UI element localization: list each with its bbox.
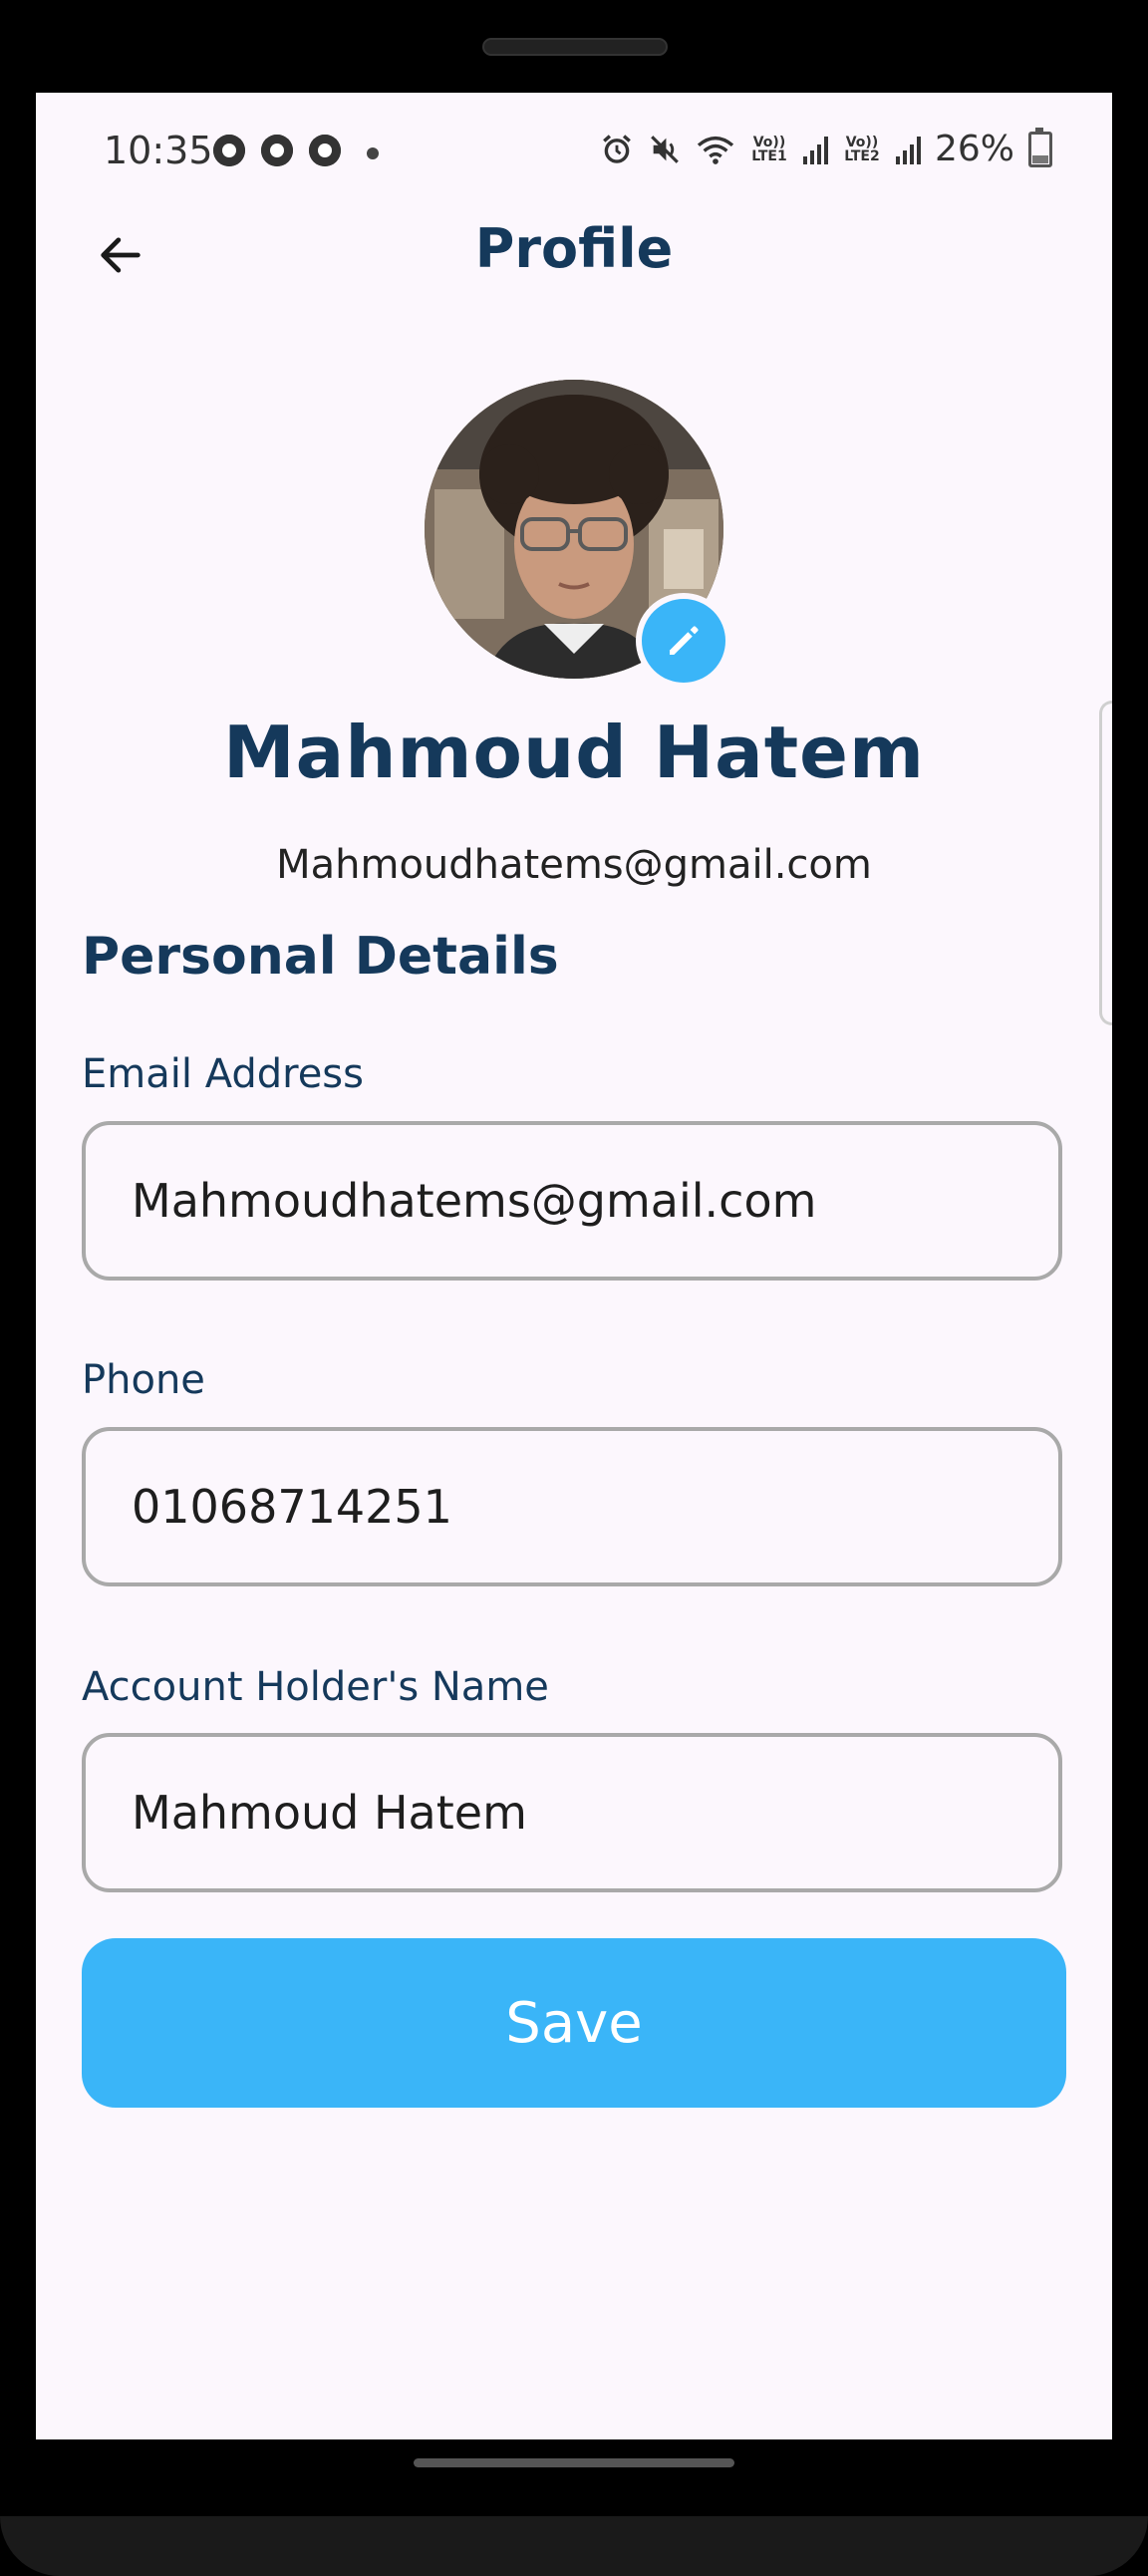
edit-avatar-button[interactable]	[636, 593, 731, 689]
page-title: Profile	[474, 217, 674, 280]
lte2-indicator: Vo)) LTE2	[844, 134, 880, 164]
signal-strength-2-icon	[895, 135, 921, 164]
scroll-edge-indicator	[1099, 701, 1112, 1025]
phone-field[interactable]: 01068714251	[82, 1427, 1062, 1586]
email-field[interactable]: Mahmoudhatems@gmail.com	[82, 1121, 1062, 1281]
soccer-ball-icon	[261, 135, 293, 166]
save-button[interactable]: Save	[82, 1938, 1066, 2108]
account-holder-field[interactable]: Mahmoud Hatem	[82, 1733, 1062, 1892]
status-time: 10:35	[104, 129, 213, 172]
status-bar: 10:35 Vo)) LTE1 Vo)) LTE2 26%	[36, 93, 1112, 212]
device-chin	[0, 2516, 1148, 2576]
notification-dot-icon	[367, 147, 379, 159]
alarm-icon	[603, 134, 631, 163]
profile-name: Mahmoud Hatem	[223, 711, 925, 794]
soccer-ball-icon	[309, 135, 341, 166]
mute-icon	[651, 135, 679, 163]
home-indicator[interactable]	[414, 2458, 734, 2467]
wifi-icon	[697, 136, 734, 164]
profile-email: Mahmoudhatems@gmail.com	[276, 842, 872, 888]
soccer-ball-icon	[213, 135, 245, 166]
app-screen: 10:35 Vo)) LTE1 Vo)) LTE2 26% Profile Ma…	[36, 93, 1112, 2439]
signal-strength-1-icon	[802, 135, 828, 164]
earpiece-speaker	[482, 38, 668, 56]
battery-percentage: 26%	[934, 129, 1014, 169]
account-holder-label: Account Holder's Name	[82, 1664, 549, 1710]
phone-label: Phone	[82, 1357, 205, 1403]
email-label: Email Address	[82, 1051, 364, 1097]
pencil-icon	[670, 626, 699, 655]
battery-icon	[1028, 127, 1052, 167]
section-title: Personal Details	[82, 927, 559, 987]
lte1-indicator: Vo)) LTE1	[751, 134, 787, 164]
device-frame: 10:35 Vo)) LTE1 Vo)) LTE2 26% Profile Ma…	[0, 0, 1148, 2576]
status-icons: Vo)) LTE1 Vo)) LTE2 26%	[600, 127, 1052, 169]
